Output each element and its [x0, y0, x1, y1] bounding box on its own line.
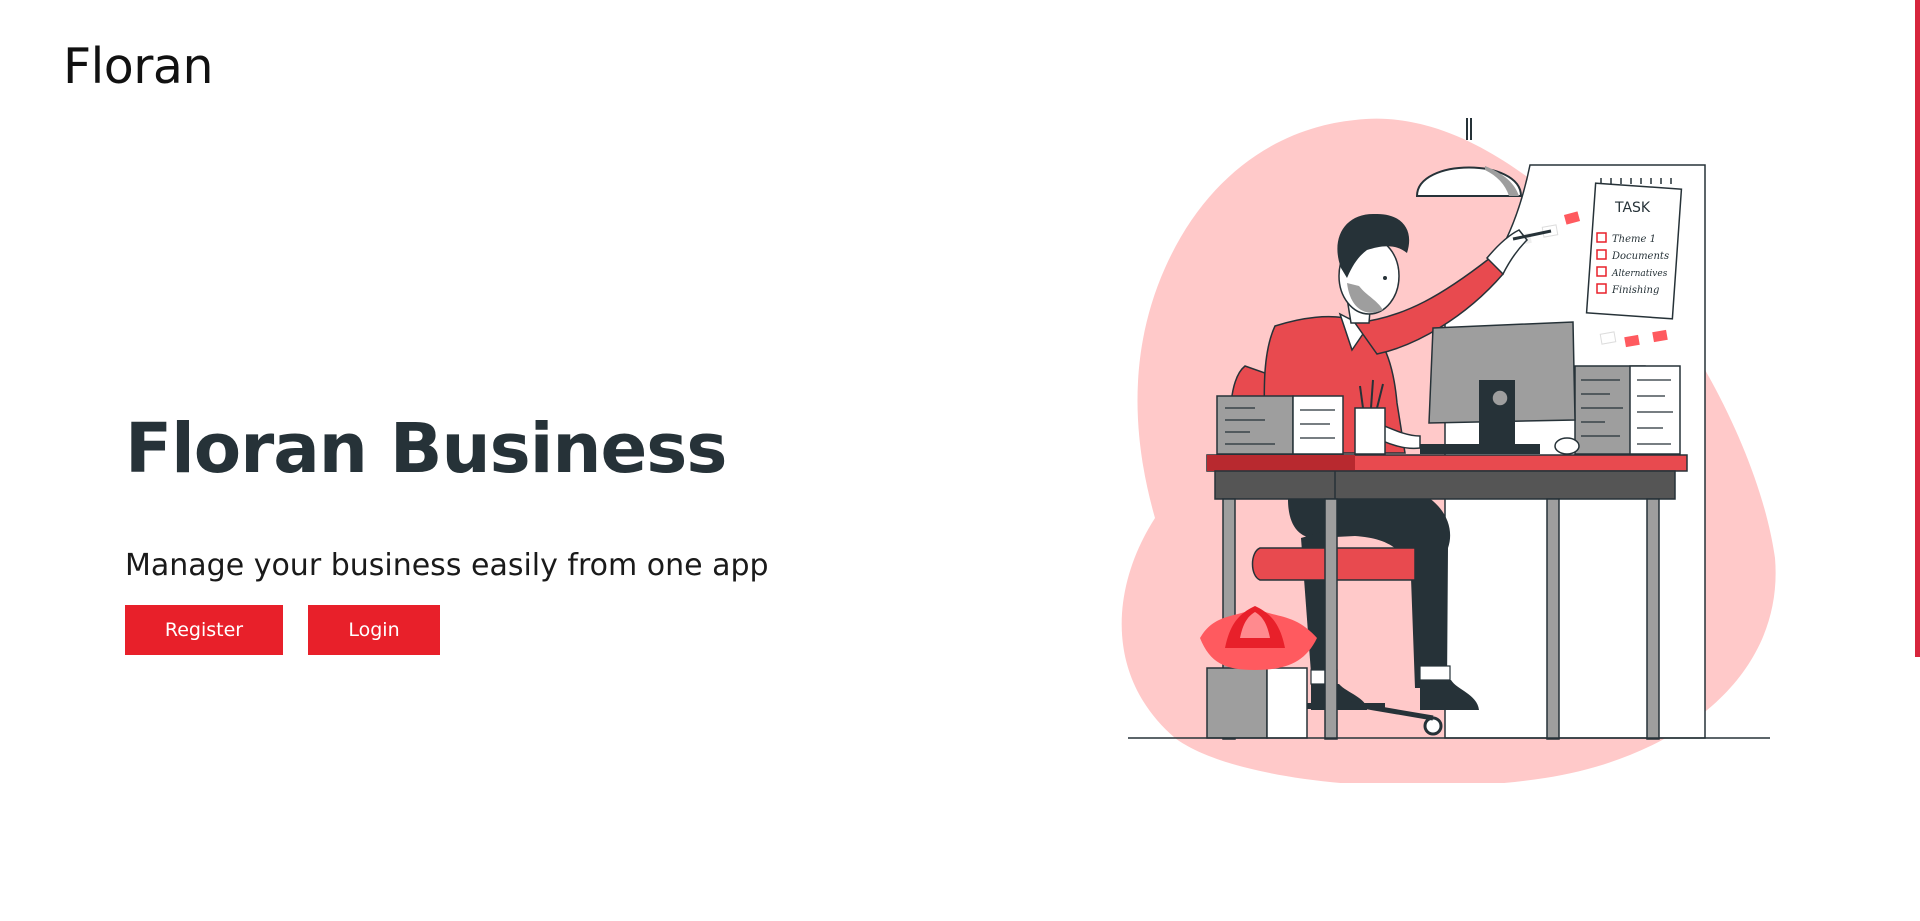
landing-page: Floran Floran Business Manage your busin…: [0, 0, 1920, 921]
task-pad: TASK Theme 1 Documents Alternatives Fini…: [1585, 178, 1683, 320]
scrollbar[interactable]: [1915, 0, 1920, 657]
hero-actions: Register Login: [125, 605, 769, 656]
register-button[interactable]: Register: [125, 605, 283, 656]
office-worker-illustration: TASK Theme 1 Documents Alternatives Fini…: [1121, 118, 1776, 783]
task-title: TASK: [1614, 200, 1651, 216]
task-item-3: Alternatives: [1611, 269, 1668, 279]
potted-plant: [1200, 606, 1317, 739]
mouse: [1554, 437, 1580, 455]
task-item-1: Theme 1: [1612, 234, 1656, 245]
hero-section: Floran Business Manage your business eas…: [125, 409, 769, 656]
task-item-4: Finishing: [1611, 285, 1659, 296]
paper-stack-right: [1574, 365, 1681, 455]
hero-title: Floran Business: [125, 409, 727, 489]
login-button[interactable]: Login: [308, 605, 440, 656]
logo[interactable]: Floran: [63, 38, 214, 95]
hero-subtitle: Manage your business easily from one app: [125, 548, 769, 584]
paper-stack-left: [1216, 395, 1344, 455]
task-item-2: Documents: [1611, 251, 1669, 262]
